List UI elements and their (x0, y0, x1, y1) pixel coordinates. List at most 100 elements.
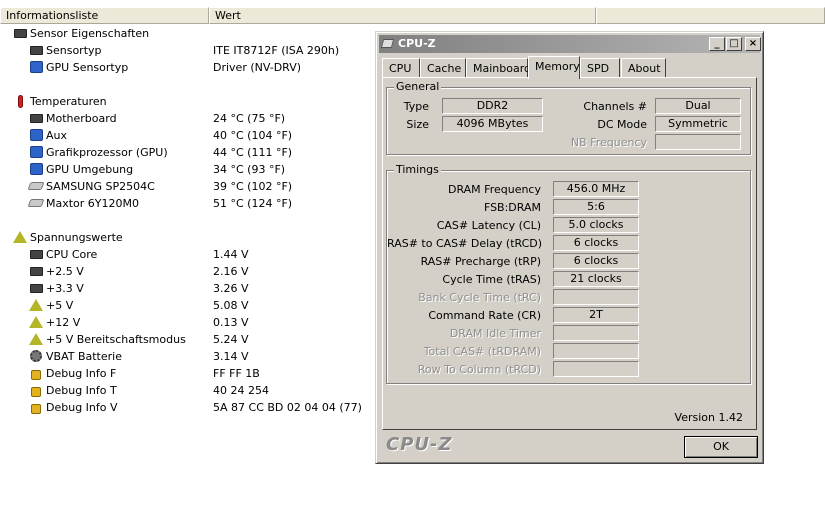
warning-icon (28, 298, 44, 312)
version-label: Version 1.42 (674, 411, 743, 424)
column-header-info[interactable]: Informationsliste (0, 7, 209, 24)
list-item[interactable]: Debug Info F FF FF 1B (0, 365, 375, 382)
list-item[interactable]: +2.5 V 2.16 V (0, 263, 375, 280)
chip-icon (28, 43, 44, 57)
list-item[interactable]: GPU Sensortyp Driver (NV-DRV) (0, 59, 375, 76)
timing-value-field: 5.0 clocks (553, 217, 639, 233)
list-item[interactable]: GPU Umgebung 34 °C (93 °F) (0, 161, 375, 178)
tab-spd[interactable]: SPD (580, 58, 620, 78)
chip-icon-shape (13, 28, 27, 38)
list-item-label: Motherboard (46, 112, 117, 125)
timing-label: RAS# to CAS# Delay (tRCD) (387, 237, 543, 250)
maximize-button[interactable]: □ (726, 37, 742, 51)
lock-icon-shape (31, 369, 41, 380)
list-item-label: Debug Info T (46, 384, 117, 397)
list-item-value: 51 °C (124 °F) (213, 197, 293, 210)
list-item[interactable]: Sensortyp ITE IT8712F (ISA 290h) (0, 42, 375, 59)
list-item[interactable]: +12 V 0.13 V (0, 314, 375, 331)
list-item[interactable]: Maxtor 6Y120M0 51 °C (124 °F) (0, 195, 375, 212)
timing-label: CAS# Latency (CL) (436, 219, 541, 232)
list-item[interactable]: Grafikprozessor (GPU) 44 °C (111 °F) (0, 144, 375, 161)
monitor-icon (28, 162, 44, 176)
column-header-value[interactable]: Wert (209, 7, 596, 24)
monitor-icon-shape (29, 146, 43, 158)
list-item-value: 0.13 V (213, 316, 249, 329)
title-bar[interactable]: CPU-Z _ □ × (379, 35, 761, 53)
list-item-label: +5 V Bereitschaftsmodus (46, 333, 186, 346)
list-item[interactable]: +3.3 V 3.26 V (0, 280, 375, 297)
list-item-label: GPU Umgebung (46, 163, 134, 176)
list-group-row[interactable]: Spannungswerte (0, 229, 375, 246)
timings-group: Timings DRAM Frequency 456.0 MHz FSB:DRAM 5… (386, 163, 751, 384)
chip-icon (12, 26, 28, 40)
tab-cpu[interactable]: CPU (382, 58, 420, 78)
list-item-label: Sensortyp (46, 44, 102, 57)
hdd-icon-shape (27, 199, 45, 207)
list-item-label: GPU Sensortyp (46, 61, 129, 74)
timing-value-field (553, 361, 639, 377)
memory-tab-panel: General Type DDR2 Size 4096 MBytes Chann… (382, 77, 757, 430)
type-field: DDR2 (442, 98, 543, 114)
monitor-icon (28, 60, 44, 74)
tab-about[interactable]: About (621, 58, 666, 78)
chip-icon (28, 264, 44, 278)
list-item[interactable]: CPU Core 1.44 V (0, 246, 375, 263)
list-group-row[interactable]: Temperaturen (0, 93, 375, 110)
list-item-label: SAMSUNG SP2504C (46, 180, 155, 193)
lock-icon (28, 366, 44, 380)
list-item-label: Maxtor 6Y120M0 (46, 197, 140, 210)
monitor-icon (28, 145, 44, 159)
list-item-label: +2.5 V (46, 265, 84, 278)
timing-label: Bank Cycle Time (tRC) (418, 291, 541, 304)
list-item-label: Aux (46, 129, 68, 142)
chip-icon (28, 281, 44, 295)
tab-memory[interactable]: Memory (528, 56, 580, 79)
lock-icon-shape (31, 386, 41, 397)
minimize-button[interactable]: _ (709, 37, 725, 51)
chip-icon-shape (29, 283, 43, 293)
warning-icon-shape (29, 316, 43, 328)
tab-cache[interactable]: Cache (420, 58, 466, 78)
list-item-value: 40 24 254 (213, 384, 269, 397)
list-item-value: ITE IT8712F (ISA 290h) (213, 44, 340, 57)
list-item-label: +12 V (46, 316, 81, 329)
warning-icon (28, 332, 44, 346)
timing-value-field: 6 clocks (553, 235, 639, 251)
list-item[interactable]: Motherboard 24 °C (75 °F) (0, 110, 375, 127)
gear-icon-shape (30, 350, 42, 362)
list-item-label: Spannungswerte (30, 231, 123, 244)
lock-icon (28, 383, 44, 397)
list-item[interactable]: +5 V Bereitschaftsmodus 5.24 V (0, 331, 375, 348)
list-item[interactable]: Debug Info V 5A 87 CC BD 02 04 04 (77) (0, 399, 375, 416)
hdd-icon (27, 179, 45, 193)
thermometer-icon-shape (17, 94, 23, 108)
list-item[interactable]: VBAT Batterie 3.14 V (0, 348, 375, 365)
list-item-value: 40 °C (104 °F) (213, 129, 293, 142)
list-item[interactable]: Aux 40 °C (104 °F) (0, 127, 375, 144)
list-item-value: 5A 87 CC BD 02 04 04 (77) (213, 401, 362, 414)
list-header: Informationsliste Wert (0, 7, 825, 24)
size-label: Size (406, 118, 429, 131)
list-item[interactable]: SAMSUNG SP2504C 39 °C (102 °F) (0, 178, 375, 195)
timings-group-title: Timings (394, 163, 441, 176)
list-item[interactable]: +5 V 5.08 V (0, 297, 375, 314)
type-label: Type (403, 100, 429, 113)
close-button[interactable]: × (745, 37, 761, 51)
list-item[interactable]: Debug Info T 40 24 254 (0, 382, 375, 399)
list-item-value: 44 °C (111 °F) (213, 146, 293, 159)
list-item-label: CPU Core (46, 248, 98, 261)
warning-icon-shape (13, 231, 27, 243)
list-group-row[interactable]: Sensor Eigenschaften (0, 25, 375, 42)
channels-label: Channels # (583, 100, 647, 113)
list-item-label: +3.3 V (46, 282, 84, 295)
warning-icon-shape (29, 333, 43, 345)
timing-value-field: 456.0 MHz (553, 181, 639, 197)
ok-button[interactable]: OK (684, 436, 758, 458)
lock-icon (28, 400, 44, 414)
gear-icon (28, 349, 44, 363)
list-item-label: Grafikprozessor (GPU) (46, 146, 168, 159)
tab-mainboard[interactable]: Mainboard (466, 58, 531, 78)
chip-icon (28, 247, 44, 261)
list-item-label: Sensor Eigenschaften (30, 27, 150, 40)
list-item-value: 24 °C (75 °F) (213, 112, 286, 125)
